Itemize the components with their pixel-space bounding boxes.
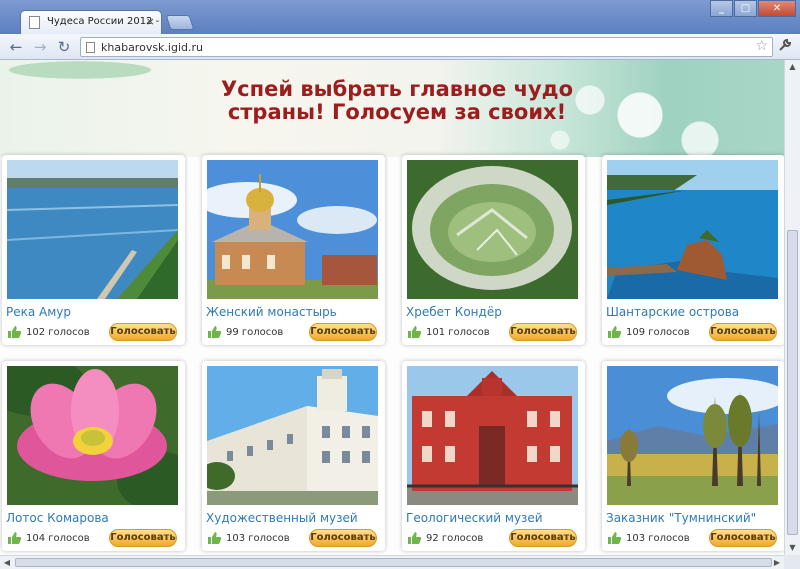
vote-button[interactable]: Голосовать [509, 529, 577, 547]
vote-button[interactable]: Голосовать [309, 323, 377, 341]
browser-toolbar: ← → ↻ khabarovsk.igid.ru ☆ [0, 34, 800, 60]
window-titlebar: Чудеса России 2012 - Хабар × _ □ ✕ [0, 0, 800, 34]
vote-count: 103 голосов [626, 533, 690, 544]
scroll-right-icon[interactable]: ▶ [770, 556, 784, 569]
bookmark-star-icon[interactable]: ☆ [755, 38, 768, 54]
thumbs-up-icon [408, 326, 421, 338]
thumbs-up-icon [208, 532, 221, 544]
page-viewport: Успей выбрать главное чудо страны! Голос… [0, 60, 784, 555]
header-banner: Успей выбрать главное чудо страны! Голос… [0, 60, 784, 157]
vertical-scrollbar[interactable]: ▲ ▼ [784, 60, 800, 555]
nominee-name[interactable]: Хребет Кондёр [406, 305, 502, 319]
nominee-card: Геологический музей 92 голосов Голосоват… [402, 361, 585, 551]
scroll-down-icon[interactable]: ▼ [785, 541, 800, 555]
address-bar[interactable]: khabarovsk.igid.ru ☆ [80, 37, 773, 57]
forward-icon[interactable]: → [30, 37, 50, 57]
photo-islands[interactable] [607, 160, 778, 299]
nominee-card: Река Амур 102 голосов Голосовать [2, 155, 185, 345]
thumbs-up-icon [8, 532, 21, 544]
vertical-scroll-thumb[interactable] [787, 230, 798, 535]
thumbs-up-icon [608, 532, 621, 544]
vote-count: 92 голосов [426, 533, 484, 544]
tab-title: Чудеса России 2012 - Хабар [47, 16, 161, 27]
reload-icon[interactable]: ↻ [54, 37, 74, 57]
photo-lotus[interactable] [7, 366, 178, 505]
vote-count: 103 голосов [226, 533, 290, 544]
nominee-name[interactable]: Шантарские острова [606, 305, 739, 319]
photo-monastery[interactable] [207, 160, 378, 299]
minimize-button[interactable]: _ [710, 0, 733, 17]
photo-geology-museum[interactable] [407, 366, 578, 505]
page-icon [86, 42, 95, 53]
wrench-menu-icon[interactable] [778, 38, 792, 56]
nominee-name[interactable]: Заказник "Тумнинский" [606, 511, 756, 525]
horizontal-scrollbar[interactable]: ◀ ▶ [0, 555, 784, 569]
vote-button[interactable]: Голосовать [709, 323, 777, 341]
maximize-button[interactable]: □ [734, 0, 757, 17]
nominee-name[interactable]: Художественный музей [206, 511, 358, 525]
tab-close-icon[interactable]: × [146, 15, 155, 28]
vote-button[interactable]: Голосовать [309, 529, 377, 547]
nominee-card: Лотос Комарова 104 голосов Голосовать [2, 361, 185, 551]
vote-count: 104 голосов [26, 533, 90, 544]
page-title: Успей выбрать главное чудо страны! Голос… [220, 77, 574, 124]
nominee-name[interactable]: Лотос Комарова [6, 511, 109, 525]
nominee-name[interactable]: Женский монастырь [206, 305, 337, 319]
vote-count: 102 голосов [26, 327, 90, 338]
url-text: khabarovsk.igid.ru [101, 41, 203, 54]
vote-count: 101 голосов [426, 327, 490, 338]
vote-button[interactable]: Голосовать [509, 323, 577, 341]
nominee-card: Заказник "Тумнинский" 103 голосов Голосо… [602, 361, 784, 551]
photo-river[interactable] [7, 160, 178, 299]
new-tab-button[interactable] [165, 15, 195, 30]
nominee-card: Шантарские острова 109 голосов Голосоват… [602, 155, 784, 345]
close-window-button[interactable]: ✕ [758, 0, 796, 17]
horizontal-scroll-thumb[interactable] [15, 558, 772, 567]
scroll-up-icon[interactable]: ▲ [785, 60, 800, 74]
thumbs-up-icon [208, 326, 221, 338]
photo-ridge[interactable] [407, 160, 578, 299]
scroll-left-icon[interactable]: ◀ [0, 556, 14, 569]
nominee-name[interactable]: Геологический музей [406, 511, 543, 525]
vote-button[interactable]: Голосовать [109, 529, 177, 547]
nominee-card: Женский монастырь 99 голосов Голосовать [202, 155, 385, 345]
nominee-card: Хребет Кондёр 101 голосов Голосовать [402, 155, 585, 345]
nominee-card: Художественный музей 103 голосов Голосов… [202, 361, 385, 551]
vote-button[interactable]: Голосовать [709, 529, 777, 547]
page-icon [29, 16, 40, 29]
browser-tab[interactable]: Чудеса России 2012 - Хабар × [20, 10, 162, 34]
photo-art-museum[interactable] [207, 366, 378, 505]
scrollbar-corner [784, 555, 800, 569]
thumbs-up-icon [408, 532, 421, 544]
nominee-name[interactable]: Река Амур [6, 305, 71, 319]
vote-count: 109 голосов [626, 327, 690, 338]
back-icon[interactable]: ← [6, 37, 26, 57]
photo-reserve[interactable] [607, 366, 778, 505]
vote-count: 99 голосов [226, 327, 284, 338]
vote-button[interactable]: Голосовать [109, 323, 177, 341]
window-controls: _ □ ✕ [710, 0, 796, 17]
thumbs-up-icon [8, 326, 21, 338]
thumbs-up-icon [608, 326, 621, 338]
